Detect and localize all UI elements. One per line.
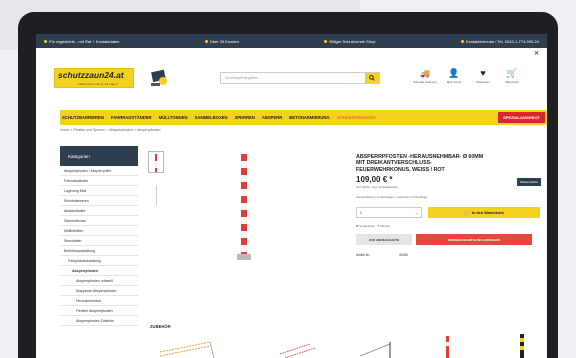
nav-item[interactable]: SCHUTZBARRIEREN: [62, 115, 104, 120]
topbar-item[interactable]: Kontaktformular / Tel. 0043-1-774-999-24: [460, 39, 539, 44]
nav-highlight-button[interactable]: SPEZIALANGEBOT: [498, 112, 545, 123]
heart-icon: ♥: [480, 68, 486, 78]
sidebar-item[interactable]: Flexible Absperrpfosten: [60, 306, 138, 316]
accessories-heading: ZUBEHÖR: [150, 324, 171, 329]
site-header: schutzzaun24.at ... selbst eine Lösung a…: [36, 60, 547, 94]
bollard-post: [241, 154, 247, 254]
logo-text: schutzzaun24.at: [58, 70, 124, 80]
product-thumbnail[interactable]: [148, 151, 164, 173]
product-title: ABSPERRPFOSTEN -HERAUSNEHMBAR- Ø 60MM MI…: [356, 154, 484, 173]
topbar-item: Für registrierte - mit Rat + Kontaktdate…: [44, 39, 119, 44]
related-product-warning-post[interactable]: [520, 334, 524, 358]
sidebar-item[interactable]: Lagerung Müll: [60, 186, 138, 196]
nav-item[interactable]: SAMMELBOXEN: [195, 115, 228, 120]
add-to-cart-button[interactable]: 🛒 In den Warenkorb: [428, 207, 540, 219]
site-logo[interactable]: schutzzaun24.at ... selbst eine Lösung a…: [54, 68, 134, 88]
sidebar-item[interactable]: Schutzbarrieren: [60, 196, 138, 206]
product-thumbnail[interactable]: [148, 183, 164, 205]
header-shipping-link[interactable]: 🚚 Schnelle Lieferung: [413, 68, 436, 84]
sidebar-item[interactable]: Fahrradständer: [60, 176, 138, 186]
logo-tagline: ... selbst eine Lösung auf Lager!: [75, 82, 118, 86]
close-icon[interactable]: ✕: [534, 50, 539, 57]
sidebar-item[interactable]: Parkplatzausstattung: [60, 256, 138, 266]
bollard-base: [237, 254, 251, 260]
mascot-icon: [151, 69, 167, 86]
header-account-link[interactable]: 👤 Mein Konto: [443, 68, 465, 84]
thumbnail-pole: [156, 185, 157, 205]
cart-icon: 🛒: [506, 68, 518, 78]
wishlist-link[interactable]: ♥ Merken: [378, 224, 391, 228]
tax-note: inkl. MwSt. zzgl. Versandkosten: [356, 185, 399, 190]
thumbnail-list: [148, 151, 164, 215]
compare-link[interactable]: ⇄ Vergleichen: [356, 224, 375, 228]
quantity-value: 1: [360, 210, 362, 215]
product-main-image[interactable]: [224, 154, 264, 284]
header-cart-link[interactable]: 🛒 Warenkorb: [501, 68, 523, 84]
related-product-chain-post[interactable]: [359, 342, 391, 358]
thumbnail-pole: [155, 154, 157, 172]
sidebar-item[interactable]: Abstandhalter: [60, 206, 138, 216]
sidebar-item[interactable]: Sammelboxen: [60, 216, 138, 226]
related-product-fence[interactable]: [279, 343, 316, 358]
nav-item[interactable]: FAHRRADSTÄNDER: [111, 115, 152, 120]
availability-text: Versandfertig in 2 Werktagen, Lieferzeit…: [356, 195, 428, 200]
topbar-item: Über 25 Kunden: [204, 39, 239, 44]
chevron-down-icon: ⌄: [415, 210, 418, 215]
category-sidebar: Kategorien Absperrpfosten / Absperrpolle…: [60, 146, 138, 326]
search-icon: [369, 75, 375, 81]
sidebar-item[interactable]: Absperrpfosten Zubehör: [60, 316, 138, 326]
bullet-icon: [460, 39, 464, 43]
quantity-select[interactable]: 1 ⌄: [356, 207, 422, 219]
nav-item[interactable]: SPERREN: [235, 115, 255, 120]
breadcrumb[interactable]: Home > Pfosten und Sperren > Absperrpfos…: [60, 128, 161, 132]
search-input[interactable]: Suchbegriff eingeben ...: [220, 72, 380, 84]
sidebar-item[interactable]: Streukisten: [60, 236, 138, 246]
top-info-bar: Für registrierte - mit Rat + Kontaktdate…: [36, 34, 547, 48]
sidebar-item[interactable]: Absperrpfosten rot/weiß: [60, 276, 138, 286]
sidebar-item[interactable]: Klappbare Absperrpfosten: [60, 286, 138, 296]
header-wishlist-link[interactable]: ♥ Merkzettel: [472, 68, 494, 84]
article-number-label: Artikel-Nr.:: [356, 253, 371, 258]
product-info: ABSPERRPFOSTEN -HERAUSNEHMBAR- Ø 60MM MI…: [356, 154, 541, 257]
article-number-value: 40265: [398, 253, 408, 258]
sidebar-item[interactable]: Absperrpfosten: [60, 266, 138, 276]
truck-icon: 🚚: [420, 69, 430, 78]
custom-request-button[interactable]: SONDERANFERTIGUNG ANFRAGEN: [416, 234, 532, 246]
nav-item[interactable]: ABSPERR: [262, 115, 282, 120]
nav-item[interactable]: BETONARMIERUNG: [289, 115, 329, 120]
product-price: 109,00 € *: [356, 175, 393, 185]
inquiry-list-button[interactable]: ZUR ANFRAGELISTE: [356, 234, 412, 246]
sidebar-title: Kategorien: [60, 146, 138, 166]
user-icon: 👤: [448, 68, 460, 78]
cart-icon: 🛒: [464, 211, 469, 216]
nav-item-special[interactable]: SONDERKENNUNG: [337, 115, 376, 120]
search-button[interactable]: [365, 73, 379, 83]
nav-item[interactable]: MÜLLTONNEN: [159, 115, 188, 120]
sidebar-item[interactable]: Betriebsausstattung: [60, 246, 138, 256]
related-products-strip: [159, 334, 524, 358]
sidebar-item[interactable]: Müllbehälter: [60, 226, 138, 236]
brand-badge: Markenartikel: [516, 178, 541, 186]
bullet-icon: [44, 39, 47, 43]
related-product-bollard[interactable]: [446, 336, 449, 358]
sidebar-item[interactable]: Absperrpfosten / Absperrpoller: [60, 166, 138, 176]
bullet-icon: [204, 39, 208, 43]
search-placeholder: Suchbegriff eingeben ...: [225, 76, 262, 80]
main-nav: SCHUTZBARRIEREN FAHRRADSTÄNDER MÜLLTONNE…: [60, 110, 547, 125]
sidebar-item[interactable]: Herausnehmbar: [60, 296, 138, 306]
topbar-item: Billiger Schutzrunde Shop: [324, 39, 375, 44]
bullet-icon: [324, 39, 328, 43]
related-product-barrier[interactable]: [159, 341, 215, 358]
browser-screen: Für registrierte - mit Rat + Kontaktdate…: [36, 34, 547, 358]
